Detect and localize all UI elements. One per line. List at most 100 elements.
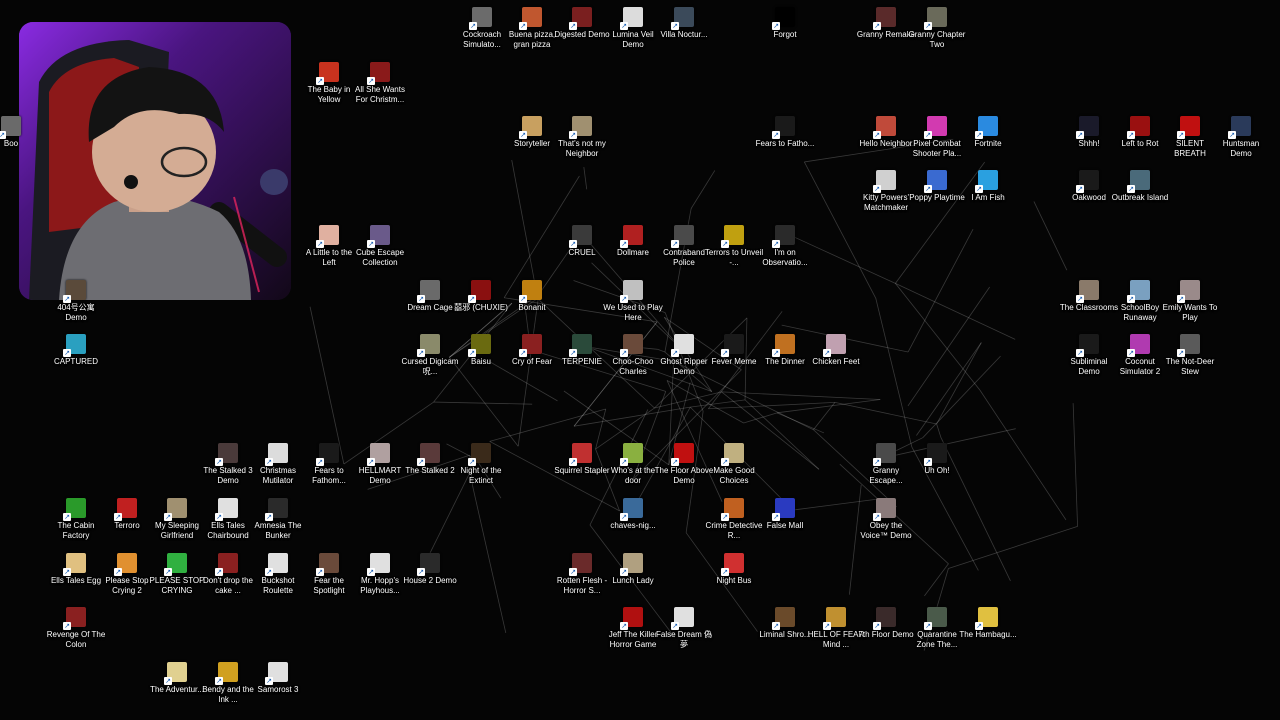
shortcut-arrow-icon: ↗ — [620, 295, 628, 303]
desktop-shortcut[interactable]: ↗ Chicken Feet — [807, 334, 865, 388]
desktop-shortcut[interactable]: ↗ 404号公寓 Demo — [47, 280, 105, 334]
desktop-shortcut[interactable]: ↗ Samorost 3 — [249, 662, 307, 716]
desktop-shortcut[interactable]: ↗ Outbreak Island — [1111, 170, 1169, 224]
shortcut-arrow-icon: ↗ — [215, 513, 223, 521]
shortcut-arrow-icon: ↗ — [975, 185, 983, 193]
shortcut-label: I'm on Observatio... — [762, 248, 808, 267]
desktop-shortcut[interactable]: ↗ The Hambagu... — [959, 607, 1017, 661]
shortcut-label: Lunch Lady — [612, 576, 654, 585]
app-shortcut-icon: ↗ — [164, 553, 187, 576]
app-shortcut-icon: ↗ — [924, 607, 947, 630]
app-shortcut-icon: ↗ — [417, 334, 440, 357]
shortcut-arrow-icon: ↗ — [721, 513, 729, 521]
app-shortcut-icon: ↗ — [468, 280, 491, 303]
desktop-shortcut[interactable]: ↗ False Mall — [756, 498, 814, 552]
desktop-shortcut[interactable]: ↗ That's not my Neighbor — [553, 116, 611, 170]
shortcut-arrow-icon: ↗ — [873, 513, 881, 521]
shortcut-arrow-icon: ↗ — [924, 185, 932, 193]
shortcut-arrow-icon: ↗ — [772, 240, 780, 248]
desktop-shortcut[interactable]: ↗ Villa Noctur... — [655, 7, 713, 61]
shortcut-arrow-icon: ↗ — [215, 458, 223, 466]
app-shortcut-icon: ↗ — [1127, 116, 1150, 139]
shortcut-arrow-icon: ↗ — [772, 513, 780, 521]
app-shortcut-icon: ↗ — [671, 7, 694, 30]
app-shortcut-icon: ↗ — [519, 7, 542, 30]
shortcut-arrow-icon: ↗ — [620, 22, 628, 30]
shortcut-label: We Used to Play Here — [603, 303, 663, 322]
shortcut-arrow-icon: ↗ — [316, 568, 324, 576]
desktop-shortcut[interactable]: ↗ I Am Fish — [959, 170, 1017, 224]
desktop-shortcut[interactable]: ↗ Cube Escape Collection — [351, 225, 409, 279]
desktop-shortcut[interactable]: ↗ Fortnite — [959, 116, 1017, 170]
shortcut-arrow-icon: ↗ — [772, 22, 780, 30]
shortcut-arrow-icon: ↗ — [569, 22, 577, 30]
desktop-shortcut[interactable]: ↗ House 2 Demo — [401, 553, 459, 607]
app-shortcut-icon: ↗ — [975, 116, 998, 139]
shortcut-arrow-icon: ↗ — [0, 131, 6, 139]
app-shortcut-icon: ↗ — [873, 170, 896, 193]
shortcut-arrow-icon: ↗ — [1076, 185, 1084, 193]
desktop-shortcut[interactable]: ↗ Forgot — [756, 7, 814, 61]
desktop-shortcut[interactable]: ↗ chaves-nig... — [604, 498, 662, 552]
desktop-shortcut[interactable]: ↗ Emily Wants To Play — [1161, 280, 1219, 334]
desktop-shortcut[interactable]: ↗ Lunch Lady — [604, 553, 662, 607]
desktop-shortcut[interactable]: ↗ Fears to Fatho... — [756, 116, 814, 170]
desktop-shortcut[interactable]: ↗ CAPTURED — [47, 334, 105, 388]
desktop-shortcut[interactable]: ↗ I'm on Observatio... — [756, 225, 814, 279]
app-shortcut-icon: ↗ — [519, 116, 542, 139]
shortcut-label: chaves-nig... — [610, 521, 656, 530]
app-shortcut-icon: ↗ — [164, 498, 187, 521]
shortcut-arrow-icon: ↗ — [164, 677, 172, 685]
shortcut-arrow-icon: ↗ — [772, 131, 780, 139]
desktop-shortcut[interactable]: ↗ False Dream 偽夢 — [655, 607, 713, 661]
shortcut-arrow-icon: ↗ — [1177, 295, 1185, 303]
desktop-shortcut[interactable]: ↗ Night Bus — [705, 553, 763, 607]
app-shortcut-icon: ↗ — [924, 170, 947, 193]
desktop-shortcut[interactable]: ↗ Obey the Voice™ Demo — [857, 498, 915, 552]
desktop-shortcut[interactable]: ↗ Amnesia The Bunker — [249, 498, 307, 552]
app-shortcut-icon: ↗ — [671, 334, 694, 357]
shortcut-arrow-icon: ↗ — [569, 458, 577, 466]
desktop-shortcut[interactable]: ↗ All She Wants For Christm... — [351, 62, 409, 116]
app-shortcut-icon: ↗ — [316, 62, 339, 85]
app-shortcut-icon: ↗ — [873, 7, 896, 30]
shortcut-arrow-icon: ↗ — [873, 131, 881, 139]
shortcut-label: Villa Noctur... — [660, 30, 708, 39]
app-shortcut-icon: ↗ — [417, 280, 440, 303]
shortcut-arrow-icon: ↗ — [417, 295, 425, 303]
shortcut-arrow-icon: ↗ — [468, 458, 476, 466]
app-shortcut-icon: ↗ — [164, 662, 187, 685]
app-shortcut-icon: ↗ — [620, 607, 643, 630]
shortcut-arrow-icon: ↗ — [265, 458, 273, 466]
webcam-overlay — [19, 22, 291, 300]
app-shortcut-icon: ↗ — [63, 280, 86, 303]
desktop-shortcut[interactable]: ↗ Revenge Of The Colon — [47, 607, 105, 661]
shortcut-label: All She Wants For Christm... — [355, 85, 405, 104]
desktop-shortcut[interactable]: ↗ Huntsman Demo — [1212, 116, 1270, 170]
app-shortcut-icon: ↗ — [1127, 170, 1150, 193]
app-shortcut-icon: ↗ — [215, 553, 238, 576]
desktop-shortcut[interactable]: ↗ We Used to Play Here — [603, 280, 663, 334]
app-shortcut-icon: ↗ — [316, 553, 339, 576]
desktop-shortcut[interactable]: ↗ Boo — [0, 116, 40, 170]
desktop-shortcut[interactable]: ↗ Granny Chapter Two — [908, 7, 966, 61]
app-shortcut-icon: ↗ — [873, 607, 896, 630]
app-shortcut-icon: ↗ — [671, 607, 694, 630]
shortcut-arrow-icon: ↗ — [367, 458, 375, 466]
desktop-shortcut[interactable]: ↗ Uh Oh! — [908, 443, 966, 497]
app-shortcut-icon: ↗ — [1177, 116, 1200, 139]
shortcut-label: Make Good Choices — [713, 466, 755, 485]
desktop-shortcut[interactable]: ↗ Night of the Extinct — [452, 443, 510, 497]
app-shortcut-icon: ↗ — [569, 443, 592, 466]
desktop-shortcut[interactable]: ↗ Bonanit — [503, 280, 561, 334]
app-shortcut-icon: ↗ — [620, 7, 643, 30]
shortcut-arrow-icon: ↗ — [367, 568, 375, 576]
streamer-figure — [19, 22, 291, 300]
app-shortcut-icon: ↗ — [620, 280, 643, 303]
shortcut-label: Uh Oh! — [924, 466, 950, 475]
desktop-shortcut[interactable]: ↗ Make Good Choices — [705, 443, 763, 497]
app-shortcut-icon: ↗ — [924, 443, 947, 466]
desktop-shortcut[interactable]: ↗ The Not-Deer Stew — [1161, 334, 1219, 388]
shortcut-label: Boo — [3, 139, 19, 148]
app-shortcut-icon: ↗ — [772, 334, 795, 357]
